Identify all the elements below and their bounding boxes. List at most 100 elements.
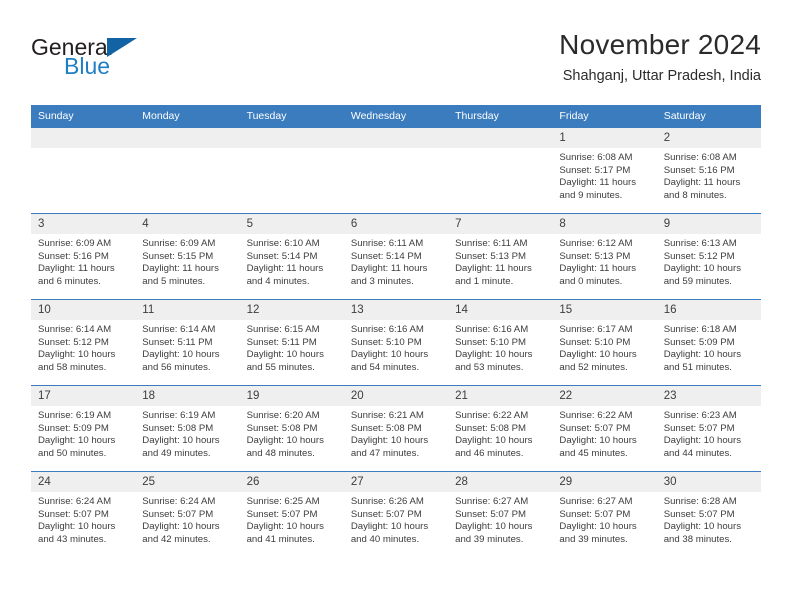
day-number: 24 — [31, 472, 136, 492]
day-details: Sunrise: 6:11 AM Sunset: 5:13 PM Daylight:… — [448, 234, 552, 288]
calendar-day-cell[interactable]: 20 Sunrise: 6:21 AM Sunset: 5:08 PM Dayligh… — [343, 385, 449, 472]
sunset-text: Sunset: 5:16 PM — [663, 164, 735, 176]
daylight-text: Daylight: 11 hours and 3 minutes. — [350, 263, 428, 287]
sunrise-text: Sunrise: 6:09 AM — [38, 238, 112, 249]
sunset-text: Sunset: 5:07 PM — [246, 508, 318, 520]
sunrise-text: Sunrise: 6:18 AM — [663, 324, 737, 335]
calendar-day-cell-empty — [135, 127, 240, 214]
daylight-text: Daylight: 10 hours and 52 minutes. — [559, 349, 637, 373]
day-number — [31, 128, 136, 148]
calendar-day-cell-empty — [31, 127, 136, 214]
sunset-text: Sunset: 5:07 PM — [663, 508, 735, 520]
daylight-text: Daylight: 10 hours and 50 minutes. — [38, 435, 116, 459]
calendar-day-cell[interactable]: 14 Sunrise: 6:16 AM Sunset: 5:10 PM Dayligh… — [448, 299, 553, 386]
day-number: 4 — [135, 214, 240, 234]
calendar-day-cell[interactable]: 29 Sunrise: 6:27 AM Sunset: 5:07 PM Dayligh… — [552, 471, 657, 557]
day-number: 29 — [552, 472, 657, 492]
calendar-day-cell[interactable]: 18 Sunrise: 6:19 AM Sunset: 5:08 PM Dayligh… — [135, 385, 240, 472]
day-number: 8 — [552, 214, 657, 234]
daylight-text: Daylight: 10 hours and 47 minutes. — [350, 435, 429, 459]
day-number — [343, 128, 449, 148]
sunset-text: Sunset: 5:14 PM — [350, 250, 422, 262]
day-details: Sunrise: 6:14 AM Sunset: 5:11 PM Daylight:… — [135, 320, 239, 374]
daylight-text: Daylight: 11 hours and 4 minutes. — [246, 263, 324, 287]
day-number: 17 — [31, 386, 136, 406]
day-details: Sunrise: 6:22 AM Sunset: 5:08 PM Daylight:… — [448, 406, 552, 460]
sunset-text: Sunset: 5:08 PM — [246, 422, 318, 434]
daylight-text: Daylight: 10 hours and 55 minutes. — [246, 349, 324, 373]
day-details: Sunrise: 6:14 AM Sunset: 5:12 PM Daylight:… — [31, 320, 135, 374]
calendar-day-cell[interactable]: 28 Sunrise: 6:27 AM Sunset: 5:07 PM Dayligh… — [448, 471, 553, 557]
sunrise-text: Sunrise: 6:28 AM — [663, 496, 737, 507]
day-details: Sunrise: 6:26 AM Sunset: 5:07 PM Daylight:… — [344, 492, 448, 546]
calendar-day-cell[interactable]: 2 Sunrise: 6:08 AM Sunset: 5:16 PM Daylight… — [656, 127, 761, 214]
calendar-day-cell[interactable]: 24 Sunrise: 6:24 AM Sunset: 5:07 PM Dayligh… — [31, 471, 136, 557]
page-title: November 2024 — [559, 29, 761, 60]
calendar-day-cell[interactable]: 26 Sunrise: 6:25 AM Sunset: 5:07 PM Dayligh… — [239, 471, 344, 557]
daylight-text: Daylight: 10 hours and 42 minutes. — [142, 521, 220, 545]
day-number: 22 — [552, 386, 657, 406]
sunset-text: Sunset: 5:07 PM — [559, 422, 631, 434]
calendar-day-cell[interactable]: 3 Sunrise: 6:09 AM Sunset: 5:16 PM Daylight… — [31, 213, 136, 300]
calendar-day-cell[interactable]: 17 Sunrise: 6:19 AM Sunset: 5:09 PM Dayligh… — [31, 385, 136, 472]
calendar-day-cell[interactable]: 4 Sunrise: 6:09 AM Sunset: 5:15 PM Daylight… — [135, 213, 240, 300]
sunrise-sunset-calendar: Sunday Monday Tuesday Wednesday Thursday… — [31, 105, 761, 557]
sunset-text: Sunset: 5:13 PM — [455, 250, 527, 262]
day-number — [239, 128, 344, 148]
day-details: Sunrise: 6:27 AM Sunset: 5:07 PM Daylight:… — [448, 492, 552, 546]
day-details: Sunrise: 6:20 AM Sunset: 5:08 PM Daylight:… — [240, 406, 344, 460]
day-number: 1 — [552, 128, 657, 148]
daylight-text: Daylight: 11 hours and 0 minutes. — [559, 263, 637, 287]
sunrise-text: Sunrise: 6:08 AM — [663, 152, 737, 163]
calendar-day-cell[interactable]: 10 Sunrise: 6:14 AM Sunset: 5:12 PM Dayligh… — [31, 299, 136, 386]
day-details: Sunrise: 6:13 AM Sunset: 5:12 PM Daylight:… — [657, 234, 761, 288]
daylight-text: Daylight: 11 hours and 5 minutes. — [142, 263, 219, 287]
calendar-day-cell[interactable]: 11 Sunrise: 6:14 AM Sunset: 5:11 PM Dayligh… — [135, 299, 240, 386]
sunrise-text: Sunrise: 6:11 AM — [455, 238, 528, 249]
calendar-day-cell[interactable]: 21 Sunrise: 6:22 AM Sunset: 5:08 PM Dayligh… — [448, 385, 553, 472]
calendar-day-cell-empty — [448, 127, 553, 214]
sunrise-text: Sunrise: 6:12 AM — [559, 238, 633, 249]
day-number: 16 — [656, 300, 761, 320]
sunset-text: Sunset: 5:08 PM — [350, 422, 422, 434]
calendar-day-cell[interactable]: 13 Sunrise: 6:16 AM Sunset: 5:10 PM Dayligh… — [343, 299, 449, 386]
calendar-week-row: 3 Sunrise: 6:09 AM Sunset: 5:16 PM Daylight… — [31, 213, 761, 300]
day-details: Sunrise: 6:25 AM Sunset: 5:07 PM Daylight:… — [240, 492, 344, 546]
calendar-day-cell[interactable]: 19 Sunrise: 6:20 AM Sunset: 5:08 PM Dayligh… — [239, 385, 344, 472]
day-details: Sunrise: 6:22 AM Sunset: 5:07 PM Daylight:… — [552, 406, 656, 460]
calendar-day-cell[interactable]: 1 Sunrise: 6:08 AM Sunset: 5:17 PM Daylight… — [552, 127, 657, 214]
daylight-text: Daylight: 10 hours and 44 minutes. — [663, 435, 742, 459]
calendar-day-cell[interactable]: 22 Sunrise: 6:22 AM Sunset: 5:07 PM Dayligh… — [552, 385, 657, 472]
calendar-day-cell[interactable]: 8 Sunrise: 6:12 AM Sunset: 5:13 PM Daylight… — [552, 213, 657, 300]
daylight-text: Daylight: 10 hours and 46 minutes. — [455, 435, 533, 459]
daylight-text: Daylight: 11 hours and 9 minutes. — [559, 177, 637, 201]
page-header: General Blue November 2024 Shahganj, Utt… — [31, 28, 761, 96]
calendar-day-cell[interactable]: 5 Sunrise: 6:10 AM Sunset: 5:14 PM Daylight… — [239, 213, 344, 300]
calendar-day-cell[interactable]: 9 Sunrise: 6:13 AM Sunset: 5:12 PM Daylight… — [656, 213, 761, 300]
weekday-header-friday: Friday — [552, 105, 657, 128]
daylight-text: Daylight: 10 hours and 56 minutes. — [142, 349, 220, 373]
sunrise-text: Sunrise: 6:27 AM — [455, 496, 529, 507]
daylight-text: Daylight: 10 hours and 43 minutes. — [38, 521, 116, 545]
calendar-day-cell[interactable]: 25 Sunrise: 6:24 AM Sunset: 5:07 PM Dayligh… — [135, 471, 240, 557]
calendar-day-cell[interactable]: 30 Sunrise: 6:28 AM Sunset: 5:07 PM Dayligh… — [656, 471, 761, 557]
calendar-day-cell[interactable]: 12 Sunrise: 6:15 AM Sunset: 5:11 PM Dayligh… — [239, 299, 344, 386]
sunset-text: Sunset: 5:07 PM — [142, 508, 214, 520]
calendar-day-cell[interactable]: 7 Sunrise: 6:11 AM Sunset: 5:13 PM Daylight… — [448, 213, 553, 300]
general-blue-logo[interactable]: General Blue — [31, 34, 261, 90]
calendar-day-cell[interactable]: 27 Sunrise: 6:26 AM Sunset: 5:07 PM Dayligh… — [343, 471, 449, 557]
calendar-day-cell[interactable]: 23 Sunrise: 6:23 AM Sunset: 5:07 PM Dayligh… — [656, 385, 761, 472]
sunrise-text: Sunrise: 6:10 AM — [246, 238, 320, 249]
sunset-text: Sunset: 5:10 PM — [559, 336, 631, 348]
sunset-text: Sunset: 5:09 PM — [38, 422, 109, 434]
calendar-day-cell[interactable]: 15 Sunrise: 6:17 AM Sunset: 5:10 PM Dayligh… — [552, 299, 657, 386]
daylight-text: Daylight: 11 hours and 1 minute. — [455, 263, 532, 287]
sunset-text: Sunset: 5:07 PM — [559, 508, 631, 520]
sunset-text: Sunset: 5:17 PM — [559, 164, 631, 176]
day-details: Sunrise: 6:27 AM Sunset: 5:07 PM Daylight:… — [552, 492, 656, 546]
daylight-text: Daylight: 10 hours and 54 minutes. — [350, 349, 429, 373]
calendar-day-cell[interactable]: 16 Sunrise: 6:18 AM Sunset: 5:09 PM Dayligh… — [656, 299, 761, 386]
daylight-text: Daylight: 10 hours and 39 minutes. — [559, 521, 637, 545]
sunset-text: Sunset: 5:07 PM — [38, 508, 109, 520]
calendar-day-cell[interactable]: 6 Sunrise: 6:11 AM Sunset: 5:14 PM Daylight… — [343, 213, 449, 300]
